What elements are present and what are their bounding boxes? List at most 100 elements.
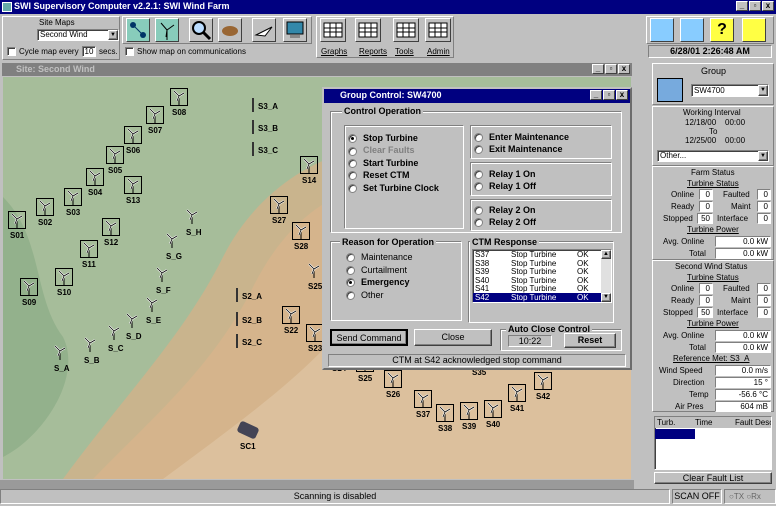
op-right1-1[interactable]: Exit Maintenance <box>474 143 563 155</box>
turbine-s27[interactable] <box>270 196 288 214</box>
close-button[interactable]: x <box>762 1 774 11</box>
group-chevron-down-icon[interactable]: ▼ <box>758 85 768 96</box>
radio-icon[interactable] <box>474 145 483 155</box>
turbine-s38[interactable] <box>436 404 454 422</box>
graphs-label[interactable]: Graphs <box>321 47 347 56</box>
site-map-select[interactable]: Second Wind ▼ <box>37 29 119 41</box>
site-minimize-button[interactable]: _ <box>592 64 604 74</box>
radio-icon[interactable] <box>474 133 483 143</box>
met-tower-icon[interactable] <box>252 142 254 156</box>
admin-icon[interactable] <box>425 18 451 42</box>
radio-icon[interactable] <box>474 218 483 228</box>
ctm-response-list[interactable]: S37 Stop Turbine OK S38 Stop Turbine OK S39 Sto… <box>472 249 612 303</box>
op-left-2[interactable]: Start Turbine <box>348 157 418 169</box>
op-left-4[interactable]: Set Turbine Clock <box>348 182 439 194</box>
turbine-s22[interactable] <box>282 306 300 324</box>
turbine-s_e[interactable] <box>144 296 162 314</box>
radio-icon[interactable] <box>348 146 357 156</box>
admin-label[interactable]: Admin <box>427 47 450 56</box>
turbine-s_g[interactable] <box>164 232 182 250</box>
response-row[interactable]: S42 Stop Turbine OK <box>473 293 601 302</box>
dialog-close-button[interactable]: x <box>616 90 628 100</box>
turbine-s26[interactable] <box>384 370 402 388</box>
radio-icon[interactable] <box>348 183 357 193</box>
turbine-s_a[interactable] <box>52 344 70 362</box>
turbine-s12[interactable] <box>102 218 120 236</box>
cascade-icon[interactable] <box>650 18 674 42</box>
turbine-s08[interactable] <box>170 88 188 106</box>
radio-icon[interactable] <box>474 182 483 192</box>
cycle-checkbox[interactable] <box>7 47 16 56</box>
radio-icon[interactable] <box>346 278 355 288</box>
tools-label[interactable]: Tools <box>395 47 414 56</box>
list-scrollbar[interactable] <box>601 259 611 293</box>
help-icon[interactable]: ? <box>710 18 734 42</box>
show-map-checkbox[interactable] <box>125 47 134 56</box>
op-right2-0[interactable]: Relay 1 On <box>474 168 536 180</box>
dialog-maximize-button[interactable]: ▫ <box>603 90 615 100</box>
graphs-icon[interactable] <box>320 18 346 42</box>
interval-select[interactable]: Other... ▼ <box>657 150 769 162</box>
group-select[interactable]: SW4700 ▼ <box>691 84 769 97</box>
turbine-map-icon[interactable] <box>155 18 179 42</box>
maximize-button[interactable]: ▫ <box>749 1 761 11</box>
turbine-s_d[interactable] <box>124 312 142 330</box>
met-tower-icon[interactable] <box>236 334 238 348</box>
minimize-button[interactable]: _ <box>736 1 748 11</box>
interval-chevron-down-icon[interactable]: ▼ <box>758 151 768 161</box>
turbine-s01[interactable] <box>8 211 26 229</box>
radio-icon[interactable] <box>348 171 357 181</box>
list-scroll-up[interactable]: ▲ <box>601 250 611 259</box>
radio-icon[interactable] <box>346 290 355 300</box>
turbine-s03[interactable] <box>64 188 82 206</box>
radio-icon[interactable] <box>346 265 355 275</box>
reason-1[interactable]: Curtailment <box>346 264 407 276</box>
turbine-s13[interactable] <box>124 176 142 194</box>
met-tower-icon[interactable] <box>236 288 238 302</box>
met-tower-icon[interactable] <box>252 120 254 134</box>
site-close-button[interactable]: x <box>618 64 630 74</box>
radio-icon[interactable] <box>474 206 483 216</box>
reports-icon[interactable] <box>355 18 381 42</box>
turbine-s07[interactable] <box>146 106 164 124</box>
turbine-s42[interactable] <box>534 372 552 390</box>
turbine-s40[interactable] <box>484 400 502 418</box>
op-left-1[interactable]: Clear Faults <box>348 144 415 156</box>
radio-icon[interactable] <box>346 253 355 263</box>
op-right3-1[interactable]: Relay 2 Off <box>474 216 536 228</box>
turbine-s04[interactable] <box>86 168 104 186</box>
op-right1-0[interactable]: Enter Maintenance <box>474 131 569 143</box>
turbine-s_h[interactable] <box>184 208 202 226</box>
reason-0[interactable]: Maintenance <box>346 251 413 263</box>
turbine-s_f[interactable] <box>154 266 172 284</box>
turbine-s09[interactable] <box>20 278 38 296</box>
radio-icon[interactable] <box>348 134 357 144</box>
turbine-s41[interactable] <box>508 384 526 402</box>
tools-icon[interactable] <box>393 18 419 42</box>
turbine-s14[interactable] <box>300 156 318 174</box>
op-right2-1[interactable]: Relay 1 Off <box>474 180 536 192</box>
radio-icon[interactable] <box>348 158 357 168</box>
turbine-s02[interactable] <box>36 198 54 216</box>
pointer-icon[interactable] <box>252 18 276 42</box>
computer-icon[interactable] <box>283 18 307 42</box>
cycle-seconds-input[interactable]: 10 <box>82 46 96 57</box>
op-left-3[interactable]: Reset CTM <box>348 169 410 181</box>
tile-icon[interactable] <box>680 18 704 42</box>
turbine-s06[interactable] <box>124 126 142 144</box>
radio-icon[interactable] <box>474 170 483 180</box>
reason-3[interactable]: Other <box>346 289 384 301</box>
reset-button[interactable]: Reset <box>564 333 616 348</box>
zoom-icon[interactable] <box>189 18 213 42</box>
exit-icon[interactable] <box>742 18 766 42</box>
reports-label[interactable]: Reports <box>359 47 387 56</box>
clear-fault-list-button[interactable]: Clear Fault List <box>654 472 772 484</box>
op-left-0[interactable]: Stop Turbine <box>348 132 418 144</box>
turbine-s_b[interactable] <box>82 336 100 354</box>
reason-2[interactable]: Emergency <box>346 276 410 288</box>
turbine-s10[interactable] <box>55 268 73 286</box>
site-maximize-button[interactable]: ▫ <box>605 64 617 74</box>
list-scroll-down[interactable]: ▼ <box>601 293 611 302</box>
turbine-s11[interactable] <box>80 240 98 258</box>
turbine-s37[interactable] <box>414 390 432 408</box>
